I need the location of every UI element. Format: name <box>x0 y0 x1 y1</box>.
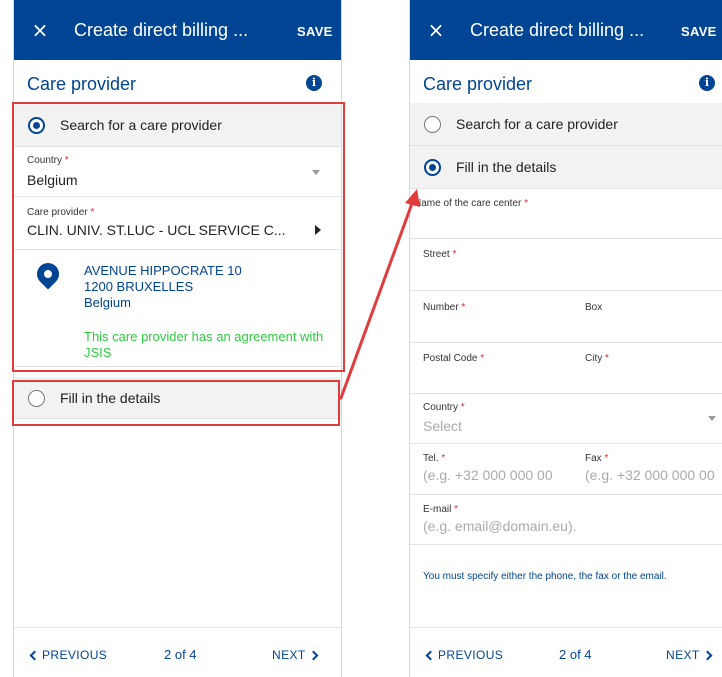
section-header: Care provider i <box>14 60 341 104</box>
required-mark: * <box>454 504 459 515</box>
radio-unselected-icon[interactable] <box>28 390 45 407</box>
care-provider-value: CLIN. UNIV. ST.LUC - UCL SERVICE C... <box>27 222 286 238</box>
chevron-right-icon[interactable] <box>315 225 321 235</box>
postal-code-field[interactable]: Postal Code * <box>423 353 484 364</box>
country-value: Belgium <box>27 172 78 188</box>
chevron-left-icon <box>29 650 40 661</box>
country-placeholder: Select <box>423 418 462 434</box>
chevron-right-icon <box>702 650 713 661</box>
page-title: Create direct billing ... <box>74 20 249 40</box>
provider-address-card: AVENUE HIPPOCRATE 10 1200 BRUXELLES Belg… <box>14 250 341 367</box>
box-field[interactable]: Box <box>585 302 602 313</box>
previous-button[interactable]: PREVIOUS <box>425 648 503 662</box>
radio-fill-details[interactable]: Fill in the details <box>14 377 341 419</box>
chevron-right-icon <box>308 650 319 661</box>
radio-label: Fill in the details <box>60 390 161 406</box>
required-mark: * <box>64 155 69 166</box>
close-icon[interactable]: × <box>425 19 447 41</box>
required-mark: * <box>524 198 528 209</box>
field-label: Number <box>423 302 459 313</box>
field-label: Tel. <box>423 453 439 464</box>
screen-search-provider: × Create direct billing ... SAVE Care pr… <box>13 0 342 677</box>
field-label: E-mail <box>423 504 452 515</box>
field-label: Name of the care center <box>414 198 522 209</box>
fax-input[interactable]: (e.g. +32 000 000 00 <box>585 467 722 483</box>
chevron-down-icon[interactable] <box>708 416 716 421</box>
page-title: Create direct billing ... <box>470 20 645 40</box>
required-mark: * <box>452 249 457 260</box>
wizard-footer: PREVIOUS 2 of 4 NEXT <box>410 627 722 677</box>
radio-selected-icon[interactable] <box>424 159 441 176</box>
city-field[interactable]: City * <box>585 353 609 364</box>
field-label: Box <box>585 302 603 313</box>
agreement-status: This care provider has an agreement with… <box>84 329 324 360</box>
save-button[interactable]: SAVE <box>297 24 333 39</box>
close-icon[interactable]: × <box>29 19 51 41</box>
number-box-row: Number * Box <box>410 291 722 343</box>
care-center-name-field[interactable]: Name of the care center * <box>410 189 722 239</box>
care-provider-select[interactable]: Care provider * CLIN. UNIV. ST.LUC - UCL… <box>14 197 341 250</box>
number-field[interactable]: Number * <box>423 302 465 313</box>
radio-label: Search for a care provider <box>456 116 618 132</box>
wizard-footer: PREVIOUS 2 of 4 NEXT <box>14 627 341 677</box>
required-mark: * <box>90 207 95 218</box>
contact-requirement-note: You must specify either the phone, the f… <box>423 571 667 582</box>
radio-search-provider[interactable]: Search for a care provider <box>410 103 722 146</box>
field-label: Street <box>423 249 450 260</box>
section-header: Care provider i <box>410 60 722 104</box>
required-mark: * <box>460 402 465 413</box>
field-label: Country <box>423 402 459 413</box>
step-indicator: 2 of 4 <box>559 647 592 662</box>
postal-city-row: Postal Code * City * <box>410 343 722 394</box>
next-button[interactable]: NEXT <box>272 648 319 662</box>
radio-label: Search for a care provider <box>60 117 222 133</box>
field-label: Fax <box>585 453 602 464</box>
info-icon[interactable]: i <box>306 75 322 91</box>
next-button[interactable]: NEXT <box>666 648 713 662</box>
save-button[interactable]: SAVE <box>681 24 717 39</box>
radio-selected-icon[interactable] <box>28 117 45 134</box>
section-title: Care provider <box>423 74 533 94</box>
email-field[interactable]: E-mail * (e.g. email@domain.eu). <box>410 495 722 545</box>
field-label: Care provider <box>27 207 88 218</box>
address-city: 1200 BRUXELLES <box>84 279 194 294</box>
radio-fill-details[interactable]: Fill in the details <box>410 146 722 189</box>
required-mark: * <box>605 353 609 364</box>
step-indicator: 2 of 4 <box>164 647 197 662</box>
address-country: Belgium <box>84 295 131 310</box>
app-bar: × Create direct billing ... SAVE <box>14 0 341 60</box>
required-mark: * <box>461 302 466 313</box>
country-select[interactable]: Country * Belgium <box>14 147 341 197</box>
info-icon[interactable]: i <box>699 75 715 91</box>
street-field[interactable]: Street * <box>410 239 722 291</box>
location-pin-icon <box>32 258 64 290</box>
required-mark: * <box>480 353 485 364</box>
required-mark: * <box>441 453 446 464</box>
screen-fill-details: × Create direct billing ... SAVE Care pr… <box>409 0 722 677</box>
radio-label: Fill in the details <box>456 159 557 175</box>
radio-search-provider[interactable]: Search for a care provider <box>14 104 341 147</box>
address-street: AVENUE HIPPOCRATE 10 <box>84 263 242 278</box>
email-input[interactable]: (e.g. email@domain.eu). <box>423 518 577 534</box>
required-mark: * <box>604 453 609 464</box>
app-bar: × Create direct billing ... SAVE <box>410 0 722 60</box>
chevron-left-icon <box>425 650 436 661</box>
section-title: Care provider <box>27 74 137 94</box>
radio-unselected-icon[interactable] <box>424 116 441 133</box>
country-select[interactable]: Country * Select <box>410 394 722 444</box>
arrow-shaft <box>339 196 416 400</box>
field-label: Postal Code <box>423 353 478 364</box>
field-label: City <box>585 353 603 364</box>
previous-button[interactable]: PREVIOUS <box>29 648 107 662</box>
field-label: Country <box>27 155 63 166</box>
tel-fax-row: Tel. * (e.g. +32 000 000 00 Fax * (e.g. … <box>410 444 722 495</box>
chevron-down-icon[interactable] <box>312 170 320 175</box>
tel-input[interactable]: (e.g. +32 000 000 00 <box>423 467 578 483</box>
